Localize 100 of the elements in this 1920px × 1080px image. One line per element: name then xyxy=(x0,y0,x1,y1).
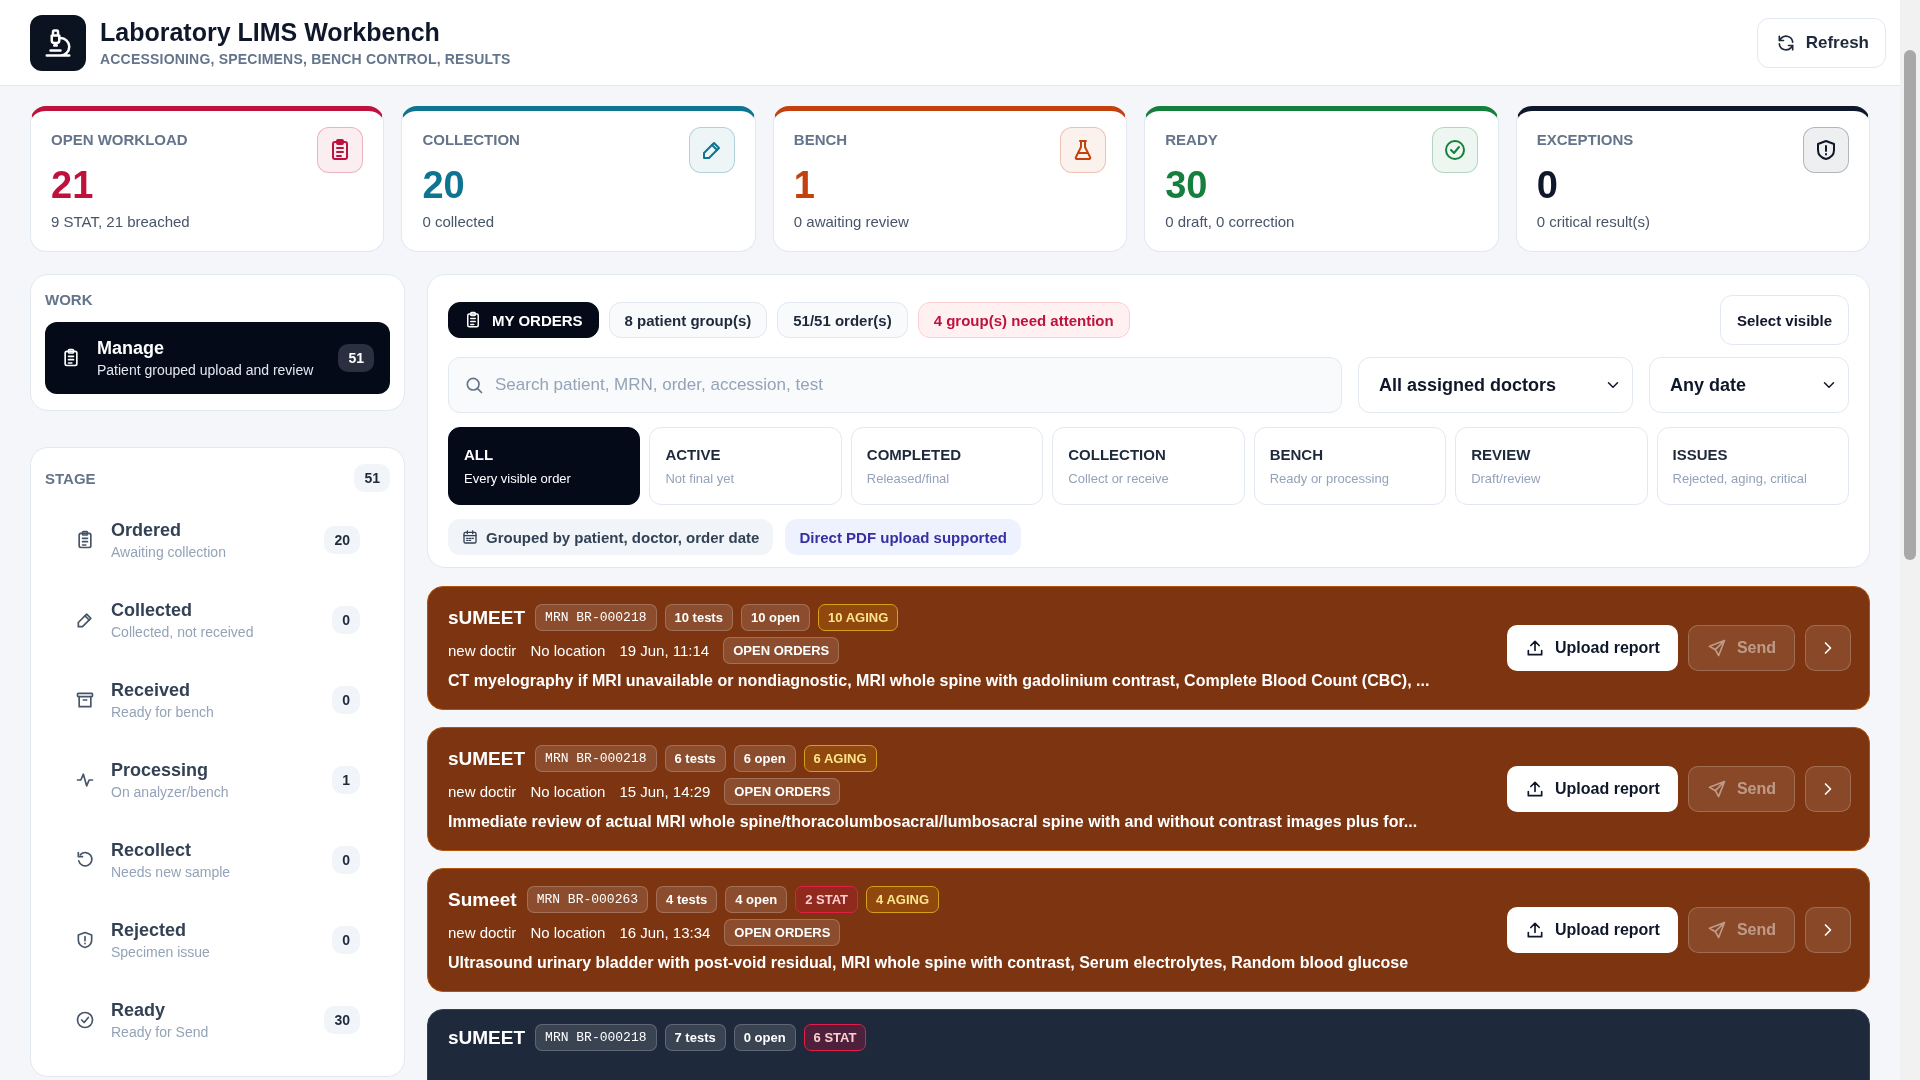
search-field[interactable]: Search patient, MRN, order, accession, test xyxy=(448,357,1342,413)
upload-report-button[interactable]: Upload report xyxy=(1507,907,1678,953)
mrn-tag: MRN BR-000263 xyxy=(526,886,649,913)
order-card[interactable] xyxy=(427,868,1870,992)
stat-label: OPEN WORKLOAD xyxy=(51,131,188,148)
count-badge: 0 xyxy=(332,926,360,954)
status-tag: OPEN ORDERS xyxy=(724,778,841,805)
filter-tab[interactable]: REVIEW Draft/review xyxy=(1455,427,1648,505)
location-text: No location xyxy=(530,783,606,800)
status-tag: OPEN ORDERS xyxy=(724,919,841,946)
filter-tab[interactable]: COLLECTION Collect or receive xyxy=(1052,427,1245,505)
stat-value: 21 xyxy=(51,163,95,207)
order-tag: 6 STAT xyxy=(803,1024,867,1051)
filter-tab[interactable]: BENCH Ready or processing xyxy=(1253,427,1447,505)
nav-item[interactable]: Received Ready for bench 0 xyxy=(45,660,390,740)
pen-icon xyxy=(75,610,95,630)
test-list: Immediate review of actual MRI whole spine/thoracolumbosacral/lumbosacral spine with and without contrast images plus for... xyxy=(448,811,1493,833)
status-tag: OPEN ORDERS xyxy=(723,637,840,664)
order-tag: 6 open xyxy=(733,745,796,772)
order-tag: 10 tests xyxy=(664,604,733,631)
count-badge: 0 xyxy=(332,686,360,714)
doctor-dropdown[interactable]: All assigned doctors xyxy=(1358,357,1633,413)
count-badge: 20 xyxy=(324,526,360,554)
stat-detail: 0 critical result(s) xyxy=(1536,213,1651,230)
pulse-icon xyxy=(75,770,95,790)
order-tag: 6 AGING xyxy=(803,745,877,772)
stat-value: 30 xyxy=(1165,163,1209,207)
location-text: No location xyxy=(530,924,606,941)
order-tag: 10 open xyxy=(740,604,811,631)
date-dropdown[interactable]: Any date xyxy=(1649,357,1849,413)
test-list: CT myelography if MRI unavailable or nondiagnostic, MRI whole spine with gadolinium contrast, Complete Blood Count (CBC), ... xyxy=(448,670,1493,692)
upload-icon xyxy=(1525,638,1545,658)
test-list: Ultrasound urinary bladder with post-void residual, MRI whole spine with contrast, Serum electrolytes, Random blood glucose xyxy=(448,952,1493,974)
stat-label: READY xyxy=(1165,131,1218,148)
upload-report-button[interactable]: Upload report xyxy=(1507,766,1678,812)
grouping-note: Grouped by patient, doctor, order date xyxy=(448,519,774,555)
nav-item[interactable]: Ordered Awaiting collection 20 xyxy=(45,500,390,580)
expand-button[interactable] xyxy=(1805,766,1851,812)
stat-detail: 0 draft, 0 correction xyxy=(1165,213,1296,230)
stat-label: EXCEPTIONS xyxy=(1536,131,1634,148)
count-badge: 51 xyxy=(354,464,390,492)
select-visible-button[interactable]: Select visible xyxy=(1719,295,1849,345)
upload-report-button[interactable]: Upload report xyxy=(1507,625,1678,671)
stat-label: COLLECTION xyxy=(422,131,520,148)
rotate-icon xyxy=(75,850,95,870)
my-orders-chip[interactable]: MY ORDERS xyxy=(448,302,599,338)
stat-detail: 9 STAT, 21 breached xyxy=(51,213,191,230)
scrollbar[interactable] xyxy=(1900,0,1920,1080)
send-icon xyxy=(1706,638,1727,658)
expand-button[interactable] xyxy=(1805,907,1851,953)
filter-tab[interactable]: ACTIVE Not final yet xyxy=(649,427,842,505)
section-title: STAGE xyxy=(45,469,96,487)
order-date: 16 Jun, 13:34 xyxy=(619,924,711,941)
nav-item[interactable]: Manage Patient grouped upload and review 51 xyxy=(45,322,390,394)
mrn-tag: MRN BR-000218 xyxy=(535,745,657,772)
nav-item[interactable]: Ready Ready for Send 30 xyxy=(45,980,390,1060)
order-card[interactable] xyxy=(427,727,1870,851)
stat-detail: 0 awaiting review xyxy=(793,213,910,230)
mrn-tag: MRN BR-000218 xyxy=(535,1024,657,1051)
patient-name: sUMEET xyxy=(448,606,526,629)
check-circle-icon xyxy=(1442,138,1467,162)
order-tag: 4 AGING xyxy=(866,886,939,913)
upload-note: Direct PDF upload supported xyxy=(785,519,1021,555)
filter-tab[interactable]: ISSUES Rejected, aging, critical xyxy=(1656,427,1849,505)
nav-item[interactable]: Rejected Specimen issue 0 xyxy=(45,900,390,980)
app-subtitle: ACCESSIONING, SPECIMENS, BENCH CONTROL, RESULTS xyxy=(100,51,512,67)
nav-item[interactable]: Collected Collected, not received 0 xyxy=(45,580,390,660)
stat-value: 1 xyxy=(793,163,816,207)
section-title: WORK xyxy=(45,291,94,308)
order-tag: 6 tests xyxy=(664,745,726,772)
clipboard-icon xyxy=(75,530,95,550)
doctor-name: new doctir xyxy=(448,924,517,941)
count-badge: 30 xyxy=(324,1006,360,1034)
location-text: No location xyxy=(530,642,606,659)
expand-button[interactable] xyxy=(1805,625,1851,671)
send-icon xyxy=(1706,920,1727,940)
check-circle-icon xyxy=(75,1010,95,1030)
nav-item[interactable]: Processing On analyzer/bench 1 xyxy=(45,740,390,820)
shield-alert-icon xyxy=(75,930,95,950)
upload-icon xyxy=(1525,779,1545,799)
scroll-thumb[interactable] xyxy=(1904,50,1916,560)
refresh-button[interactable]: Refresh xyxy=(1756,17,1886,68)
patient-name: Sumeet xyxy=(448,888,517,911)
order-card[interactable]: sUMEET MRN BR-000218 7 tests 0 open 6 STAT xyxy=(427,1009,1870,1080)
filter-tab[interactable]: COMPLETED Released/final xyxy=(850,427,1044,505)
nav-item[interactable]: Recollect Needs new sample 0 xyxy=(45,820,390,900)
refresh-icon xyxy=(1775,32,1796,53)
app-title: Laboratory LIMS Workbench xyxy=(100,18,441,47)
summary-chip: 51/51 order(s) xyxy=(777,302,908,338)
filter-tab[interactable]: ALL Every visible order xyxy=(448,427,641,505)
count-badge: 0 xyxy=(332,846,360,874)
order-tag: 4 tests xyxy=(656,886,718,913)
archive-icon xyxy=(75,690,95,710)
count-badge: 51 xyxy=(338,344,374,372)
order-tag: 10 AGING xyxy=(818,604,899,631)
summary-chip: 4 group(s) need attention xyxy=(917,302,1130,338)
order-card[interactable] xyxy=(427,586,1870,710)
stat-value: 0 xyxy=(1536,163,1559,207)
calendar-icon xyxy=(462,529,478,545)
clipboard-icon xyxy=(464,311,482,329)
